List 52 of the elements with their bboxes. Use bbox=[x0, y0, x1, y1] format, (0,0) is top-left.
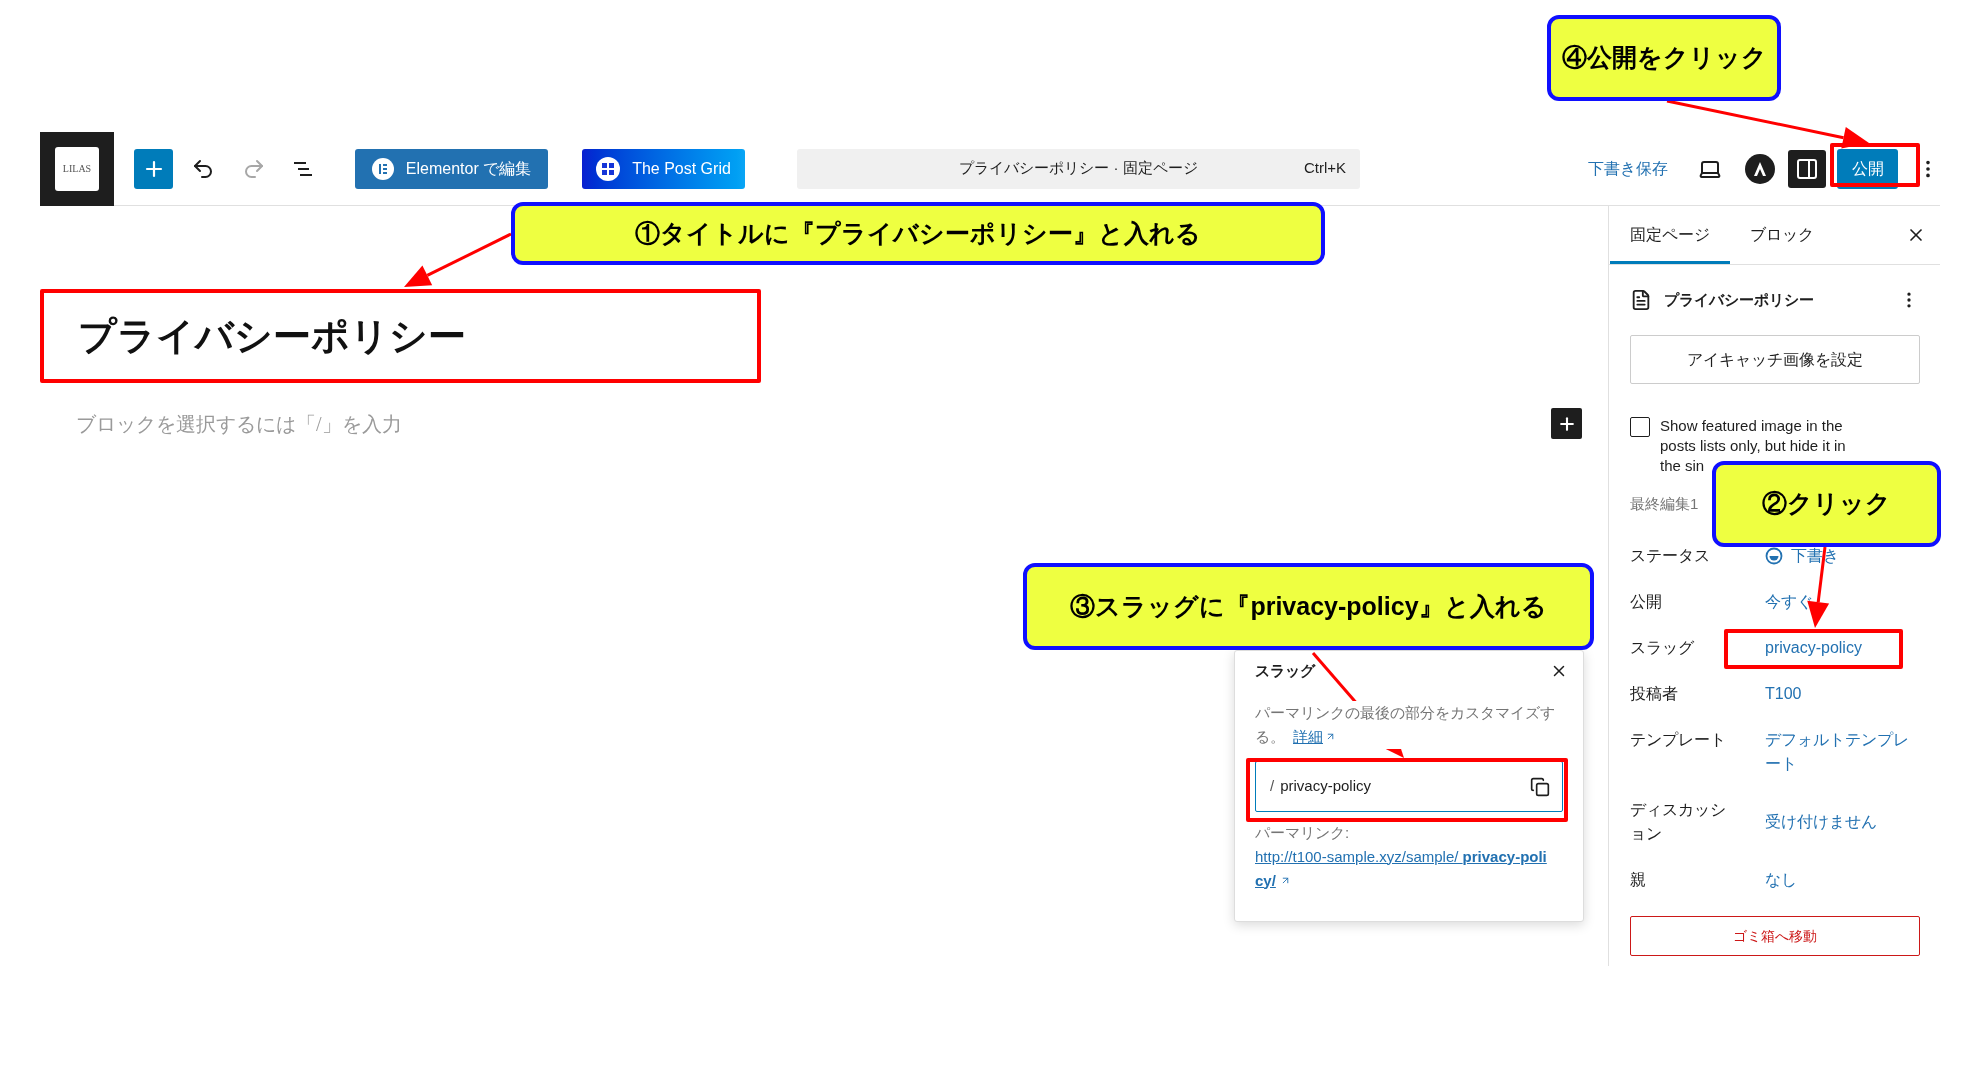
slug-value: privacy-policy bbox=[1280, 776, 1373, 797]
move-to-trash-button[interactable]: ゴミ箱へ移動 bbox=[1630, 916, 1920, 956]
field-value-link[interactable]: privacy-policy bbox=[1765, 636, 1915, 660]
settings-sidebar-toggle[interactable] bbox=[1788, 149, 1826, 188]
astra-logo-icon[interactable] bbox=[1745, 153, 1775, 184]
field-value-link[interactable]: 受け付けません bbox=[1765, 798, 1915, 846]
field-label: 親 bbox=[1630, 870, 1647, 890]
block-placeholder[interactable]: ブロックを選択するには「/」を入力 bbox=[76, 408, 1551, 439]
featured-image-button[interactable]: アイキャッチ画像を設定 bbox=[1630, 335, 1920, 384]
slug-prefix: / bbox=[1270, 776, 1275, 797]
page-icon bbox=[1630, 289, 1652, 311]
field-value-link[interactable]: デフォルトテンプレート bbox=[1765, 728, 1915, 776]
annotation-callout: ③スラッグに『privacy-policy』と入れる bbox=[1023, 563, 1594, 650]
sidebar-panel-icon bbox=[1796, 157, 1818, 180]
page-name: プライバシーポリシー bbox=[1664, 289, 1815, 310]
add-block-icon[interactable] bbox=[1551, 408, 1582, 439]
field-label: 公開 bbox=[1630, 592, 1663, 612]
document-title: プライバシーポリシー · 固定ページ bbox=[959, 158, 1198, 179]
save-draft-button[interactable]: 下書き保存 bbox=[1586, 150, 1670, 187]
status-icon bbox=[1765, 547, 1783, 565]
annotation-callout: ②クリック bbox=[1712, 461, 1941, 547]
permalink-link[interactable]: http://t100-sample.xyz/sample/ privacy-policy/ bbox=[1255, 844, 1555, 893]
popover-title: スラッグ bbox=[1255, 660, 1317, 681]
field-value-link[interactable]: なし bbox=[1765, 868, 1915, 892]
permalink-label: パーマリンク: bbox=[1255, 823, 1351, 843]
add-block-button[interactable] bbox=[134, 148, 173, 189]
field-label: ディスカッション bbox=[1630, 800, 1727, 844]
command-bar[interactable]: プライバシーポリシー · 固定ページ Ctrl+K bbox=[797, 148, 1360, 189]
field-label: ステータス bbox=[1630, 546, 1711, 566]
annotation-callout: ④公開をクリック bbox=[1547, 15, 1781, 101]
elementor-edit-button[interactable]: Elementor で編集 bbox=[355, 148, 548, 189]
field-value-link[interactable]: T100 bbox=[1765, 682, 1915, 706]
external-link-icon bbox=[1325, 731, 1336, 742]
sidebar-tab[interactable]: 固定ページ bbox=[1610, 206, 1730, 264]
site-logo[interactable]: LILAS bbox=[40, 131, 114, 206]
sidebar-tab[interactable]: ブロック bbox=[1730, 206, 1834, 264]
post-grid-button[interactable]: The Post Grid bbox=[582, 148, 745, 189]
learn-more-link[interactable]: 詳細 bbox=[1293, 728, 1323, 745]
field-value-link[interactable]: 今すぐ bbox=[1765, 590, 1915, 614]
keyboard-shortcut: Ctrl+K bbox=[1303, 158, 1346, 179]
elementor-icon bbox=[371, 157, 394, 180]
grid-icon bbox=[596, 156, 621, 181]
page-title[interactable]: プライバシーポリシー bbox=[78, 311, 1608, 361]
last-edited-text: 最終編集1 bbox=[1630, 495, 1699, 512]
annotation-callout: ①タイトルに『プライバシーポリシー』と入れる bbox=[511, 202, 1325, 265]
checkbox[interactable] bbox=[1630, 417, 1650, 437]
field-label: テンプレート bbox=[1630, 730, 1727, 750]
publish-button[interactable]: 公開 bbox=[1837, 148, 1898, 189]
slug-input-field[interactable]: / privacy-policy bbox=[1255, 761, 1563, 812]
field-label: 投稿者 bbox=[1630, 684, 1679, 704]
field-label: スラッグ bbox=[1630, 638, 1695, 658]
copy-icon[interactable] bbox=[1530, 776, 1550, 797]
